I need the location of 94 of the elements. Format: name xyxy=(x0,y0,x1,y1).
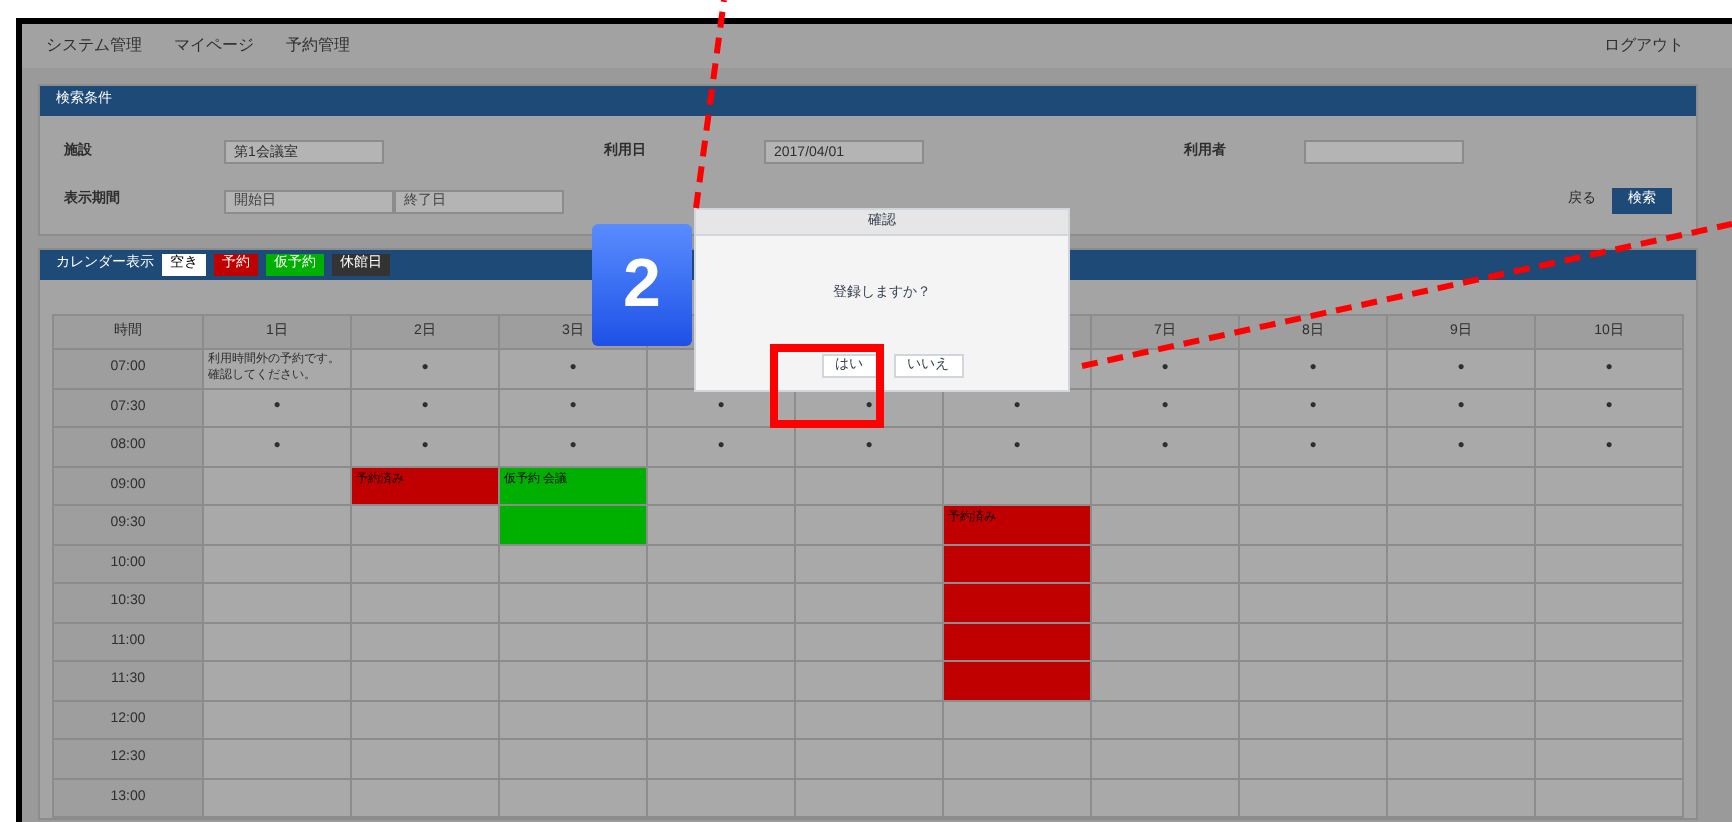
calendar-cell[interactable] xyxy=(1388,740,1536,779)
calendar-cell[interactable] xyxy=(1240,584,1388,623)
calendar-cell[interactable] xyxy=(500,623,648,662)
calendar-cell[interactable] xyxy=(1388,584,1536,623)
calendar-cell[interactable] xyxy=(204,623,352,662)
calendar-cell[interactable] xyxy=(204,701,352,740)
calendar-cell[interactable] xyxy=(944,740,1092,779)
calendar-cell[interactable] xyxy=(500,584,648,623)
calendar-cell[interactable] xyxy=(796,467,944,506)
calendar-cell[interactable] xyxy=(204,506,352,545)
calendar-cell[interactable] xyxy=(1536,701,1684,740)
calendar-cell[interactable] xyxy=(204,545,352,584)
calendar-cell[interactable] xyxy=(204,779,352,818)
calendar-cell[interactable] xyxy=(204,467,352,506)
calendar-cell[interactable] xyxy=(796,740,944,779)
calendar-cell[interactable] xyxy=(1240,506,1388,545)
calendar-cell[interactable] xyxy=(648,584,796,623)
step-badge: 2 xyxy=(592,224,692,346)
menu-link[interactable]: マイページ xyxy=(174,34,254,58)
calendar-cell[interactable] xyxy=(500,701,648,740)
calendar-cell[interactable] xyxy=(1092,662,1240,701)
tentative-slot[interactable] xyxy=(500,506,648,545)
calendar-cell[interactable] xyxy=(1388,545,1536,584)
calendar-cell[interactable] xyxy=(1536,584,1684,623)
calendar-cell[interactable] xyxy=(500,662,648,701)
calendar-cell[interactable] xyxy=(204,662,352,701)
calendar-cell[interactable] xyxy=(1388,467,1536,506)
calendar-cell[interactable] xyxy=(352,701,500,740)
calendar-cell[interactable] xyxy=(204,584,352,623)
calendar-cell[interactable] xyxy=(352,545,500,584)
calendar-cell[interactable] xyxy=(1092,467,1240,506)
calendar-cell[interactable] xyxy=(648,545,796,584)
calendar-cell[interactable] xyxy=(1240,740,1388,779)
calendar-cell[interactable] xyxy=(352,584,500,623)
calendar-cell[interactable] xyxy=(352,623,500,662)
calendar-cell[interactable] xyxy=(648,662,796,701)
calendar-cell[interactable] xyxy=(1388,623,1536,662)
calendar-cell[interactable] xyxy=(352,662,500,701)
calendar-cell[interactable] xyxy=(796,506,944,545)
calendar-cell[interactable] xyxy=(1240,467,1388,506)
booked-slot[interactable] xyxy=(944,584,1092,623)
booked-slot[interactable] xyxy=(944,662,1092,701)
calendar-cell[interactable] xyxy=(500,545,648,584)
calendar-cell[interactable] xyxy=(1092,506,1240,545)
calendar-cell[interactable] xyxy=(648,467,796,506)
calendar-cell[interactable] xyxy=(796,779,944,818)
calendar-cell[interactable] xyxy=(648,701,796,740)
calendar-cell[interactable] xyxy=(1240,623,1388,662)
calendar-cell[interactable] xyxy=(944,779,1092,818)
calendar-cell[interactable] xyxy=(204,740,352,779)
highlight-frame xyxy=(770,344,884,428)
calendar-cell[interactable] xyxy=(1092,779,1240,818)
booked-slot[interactable] xyxy=(944,545,1092,584)
logout-link[interactable]: ログアウト xyxy=(1604,34,1684,58)
calendar-cell[interactable] xyxy=(648,779,796,818)
calendar-cell[interactable] xyxy=(648,740,796,779)
calendar-cell[interactable] xyxy=(796,623,944,662)
calendar-cell[interactable] xyxy=(1536,623,1684,662)
calendar-cell[interactable] xyxy=(1388,779,1536,818)
calendar-cell[interactable] xyxy=(1092,701,1240,740)
calendar-cell[interactable] xyxy=(1092,584,1240,623)
calendar-cell[interactable] xyxy=(1240,545,1388,584)
calendar-cell[interactable] xyxy=(1092,740,1240,779)
calendar-cell[interactable] xyxy=(1240,701,1388,740)
menu-link[interactable]: 予約管理 xyxy=(286,34,350,58)
calendar-cell[interactable] xyxy=(1536,506,1684,545)
app-title: システム管理 xyxy=(46,34,142,58)
calendar-cell[interactable] xyxy=(500,779,648,818)
calendar-cell[interactable] xyxy=(1092,545,1240,584)
calendar-cell[interactable] xyxy=(944,467,1092,506)
calendar-cell[interactable] xyxy=(1388,701,1536,740)
calendar-cell[interactable] xyxy=(352,506,500,545)
calendar-cell[interactable] xyxy=(1388,506,1536,545)
calendar-cell[interactable] xyxy=(796,701,944,740)
calendar-cell[interactable] xyxy=(352,779,500,818)
calendar-cell[interactable] xyxy=(1388,662,1536,701)
calendar-cell[interactable] xyxy=(1536,779,1684,818)
booked-slot[interactable] xyxy=(944,623,1092,662)
calendar-cell[interactable] xyxy=(500,740,648,779)
calendar-cell[interactable] xyxy=(796,545,944,584)
calendar-cell[interactable] xyxy=(796,662,944,701)
calendar-cell[interactable] xyxy=(944,701,1092,740)
text-field[interactable] xyxy=(1304,140,1464,164)
calendar-cell[interactable] xyxy=(1536,545,1684,584)
calendar-cell[interactable] xyxy=(1536,662,1684,701)
calendar-cell[interactable] xyxy=(1092,623,1240,662)
calendar-cell[interactable] xyxy=(352,740,500,779)
calendar-cell[interactable] xyxy=(796,584,944,623)
calendar-cell[interactable] xyxy=(648,506,796,545)
calendar-cell[interactable] xyxy=(1240,662,1388,701)
calendar-cell[interactable] xyxy=(1240,779,1388,818)
calendar-cell[interactable] xyxy=(1536,740,1684,779)
calendar-cell[interactable] xyxy=(1536,467,1684,506)
calendar-cell[interactable] xyxy=(648,623,796,662)
